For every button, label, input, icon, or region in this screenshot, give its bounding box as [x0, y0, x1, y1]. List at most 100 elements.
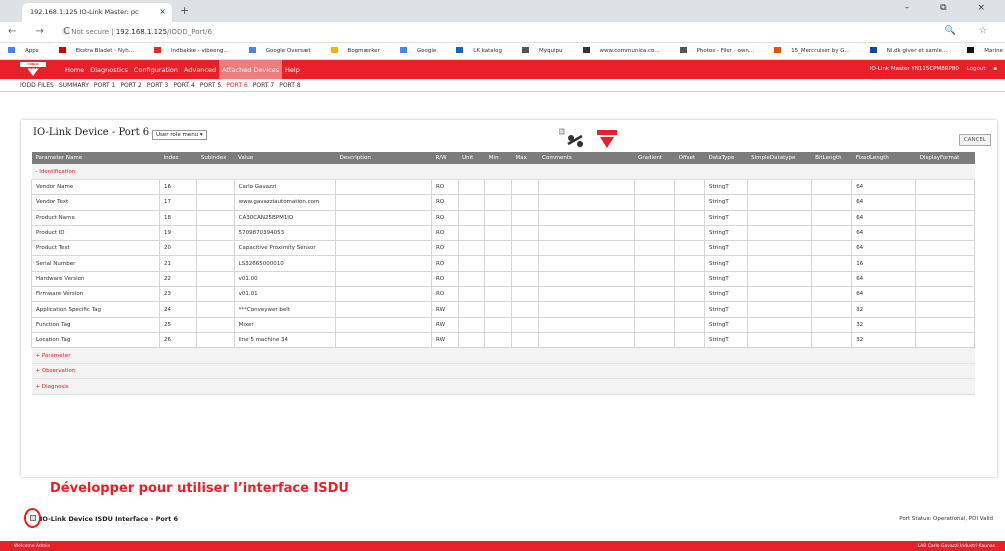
- cell-empty: [915, 178, 975, 196]
- browser-tab[interactable]: 192.168.1.125 IO-Link Master: pc ×: [22, 3, 172, 22]
- bookmark-item[interactable]: Google: [399, 47, 446, 54]
- bookmark-item[interactable]: Bogmærker: [330, 47, 390, 54]
- cell-len: 64: [851, 286, 917, 303]
- cell-value[interactable]: www.gavazziautomation.com: [233, 194, 336, 211]
- section-observation[interactable]: + Observation: [31, 363, 975, 380]
- section-label[interactable]: + Parameter: [31, 347, 975, 364]
- cell-rw: RO: [430, 270, 459, 288]
- submenu-item-port-7[interactable]: PORT 7: [253, 82, 274, 89]
- column-header[interactable]: Offset: [674, 152, 705, 164]
- column-header[interactable]: Gradient: [634, 152, 675, 164]
- column-header[interactable]: DataType: [704, 152, 748, 164]
- cell-value[interactable]: 5709870394053: [233, 224, 336, 242]
- bookmark-item[interactable]: Photos - Filer - own...: [679, 47, 765, 54]
- cell-value[interactable]: Mixer: [233, 316, 336, 333]
- window-controls[interactable]: – ⧉ ×: [905, 3, 999, 13]
- submenu-item-port-2[interactable]: PORT 2: [120, 82, 141, 89]
- flag-icon[interactable]: ▪: [993, 66, 997, 72]
- cell-value[interactable]: LS32665000010: [233, 255, 336, 272]
- isdu-title[interactable]: IO-Link Device ISDU Interface - Port 6: [40, 515, 178, 523]
- column-header[interactable]: BitLength: [811, 152, 852, 164]
- bookmark-item[interactable]: 15_Mercruiser by G...: [774, 47, 860, 54]
- address-bar-actions[interactable]: 🔍 ☆: [945, 26, 997, 36]
- user-role-select[interactable]: User role menu ▾: [152, 130, 207, 140]
- submenu-item-port-6[interactable]: PORT 6: [226, 82, 247, 89]
- cell-value[interactable]: Carlo Gavazzi: [233, 178, 336, 196]
- cell-value[interactable]: v01.01: [233, 286, 336, 303]
- submenu-item-summary[interactable]: SUMMARY: [59, 82, 89, 89]
- submenu-item-iodd-files[interactable]: IODD FILES: [20, 82, 54, 89]
- section-diagnosis[interactable]: + Diagnosis: [31, 378, 975, 395]
- bookmark-item[interactable]: Ekstra Bladet - Nyh...: [58, 47, 144, 54]
- cell-empty: [334, 301, 432, 318]
- column-header[interactable]: DisplayFormat: [915, 152, 975, 164]
- url-field[interactable]: ⓘ Not secure | 192.168.1.125/IODD_Port/6: [62, 27, 212, 37]
- column-header[interactable]: Value: [234, 152, 336, 164]
- master-title: IO-Link Master YN115CPM8RP80: [869, 66, 959, 72]
- cell-value[interactable]: CA30CAN25BPM1IO: [233, 209, 336, 226]
- bookmark-item[interactable]: Indbakke - vibeeng...: [153, 47, 239, 54]
- menu-item-configuration[interactable]: Configuration: [131, 60, 181, 79]
- bookmark-item[interactable]: Myquipu: [522, 47, 572, 54]
- column-header[interactable]: Max: [511, 152, 539, 164]
- cell-empty: [334, 194, 432, 211]
- menu-item-advanced[interactable]: Advanced: [181, 60, 219, 79]
- column-header[interactable]: Parameter Name: [31, 152, 160, 164]
- column-header[interactable]: Description: [335, 152, 432, 164]
- column-header[interactable]: Unit: [458, 152, 485, 164]
- bookmark-icon: [774, 47, 782, 53]
- menu-item-diagnostics[interactable]: Diagnostics: [87, 60, 131, 79]
- cell-rw: RO: [430, 178, 459, 196]
- column-header[interactable]: Min: [484, 152, 512, 164]
- table-row: Vendor Name 16 Carlo Gavazzi RO StringT 64: [31, 178, 975, 196]
- section-label[interactable]: - Identification: [31, 164, 975, 180]
- cell-value[interactable]: ***Conveywer belt: [233, 301, 336, 318]
- parameter-table: Parameter Name Index Subindex Value Descript…: [31, 152, 975, 395]
- cell-empty: [196, 240, 235, 257]
- bookmark-item[interactable]: www.communica.co...: [582, 47, 670, 54]
- submenu-item-port-5[interactable]: PORT 5: [200, 82, 221, 89]
- column-header[interactable]: SimpleDatatype: [747, 152, 812, 164]
- submenu-item-port-4[interactable]: PORT 4: [173, 82, 194, 89]
- cell-empty: [484, 301, 512, 318]
- section-identification[interactable]: - Identification: [31, 164, 975, 180]
- cell-value[interactable]: v01.00: [233, 270, 336, 288]
- logout-link[interactable]: Logout: [967, 66, 986, 72]
- bookmark-item[interactable]: Ni.dk giver et samle...: [869, 47, 958, 54]
- expand-icon: [558, 128, 565, 135]
- tab-close-icon[interactable]: ×: [159, 7, 166, 16]
- column-header[interactable]: R/W: [431, 152, 459, 164]
- bookmark-item[interactable]: Google Oversæt: [248, 47, 321, 54]
- cell-value[interactable]: Capacitive Proximity Sensor: [233, 240, 336, 257]
- bookmark-icon: [58, 47, 66, 53]
- cell-name: Hardware Version: [31, 270, 160, 288]
- column-header[interactable]: Subindex: [196, 152, 235, 164]
- section-parameter[interactable]: + Parameter: [31, 347, 975, 364]
- column-header[interactable]: FixedLength: [851, 152, 916, 164]
- bookmark-item[interactable]: Marine Louver Vents: [967, 47, 1005, 54]
- new-tab-icon[interactable]: +: [180, 4, 189, 17]
- section-label[interactable]: + Observation: [31, 363, 975, 380]
- submenu-item-port-8[interactable]: PORT 8: [279, 82, 300, 89]
- cell-empty: [810, 224, 853, 242]
- section-label[interactable]: + Diagnosis: [31, 378, 975, 395]
- expand-isdu-icon[interactable]: [30, 515, 36, 521]
- submenu-item-port-1[interactable]: PORT 1: [94, 82, 115, 89]
- cell-empty: [746, 301, 812, 318]
- bookmark-icon: [330, 47, 338, 53]
- cell-value[interactable]: line 5 machine 34: [233, 331, 336, 349]
- column-header[interactable]: Index: [159, 152, 197, 164]
- cell-empty: [746, 316, 812, 333]
- bookmark-item[interactable]: LK katalog: [456, 47, 512, 54]
- cancel-button[interactable]: CANCEL: [958, 134, 991, 146]
- cell-index: 23: [158, 286, 198, 303]
- submenu-item-port-3[interactable]: PORT 3: [147, 82, 168, 89]
- menu-item-attached-devices[interactable]: Attached Devices: [219, 60, 283, 79]
- menu-item-home[interactable]: Home: [62, 60, 87, 79]
- bookmark-item[interactable]: Apps: [8, 47, 49, 54]
- column-header[interactable]: Comments: [538, 152, 635, 164]
- menu-item-help[interactable]: Help: [282, 60, 303, 79]
- cell-empty: [810, 255, 853, 272]
- cell-empty: [537, 286, 635, 303]
- cell-empty: [915, 270, 975, 288]
